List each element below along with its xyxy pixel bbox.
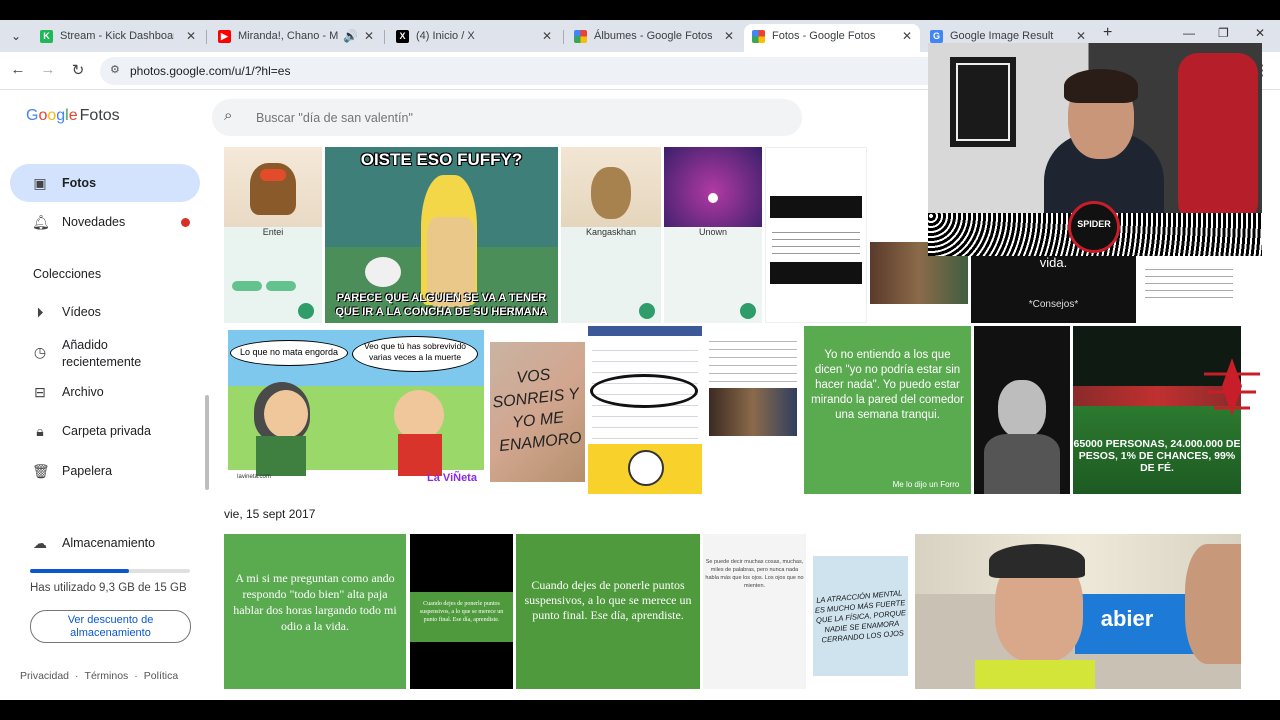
photo-quote-black[interactable]: Cuando dejes de ponerle puntos suspensiv… xyxy=(410,534,513,689)
tab-fotos-active[interactable]: Fotos - Google Fotos ✕ xyxy=(744,24,920,52)
photo-footballer[interactable] xyxy=(974,326,1070,494)
sidebar-item-papelera[interactable]: 🗑︎ Papelera xyxy=(10,452,200,490)
storage-progress-bar xyxy=(30,569,190,573)
back-icon[interactable]: ← xyxy=(8,61,28,78)
site-info-icon[interactable]: ⚙ xyxy=(110,63,120,76)
photo-icon: ▣ xyxy=(33,175,47,191)
photo-quote-todo-bien[interactable]: A mi si me preguntan como ando respondo … xyxy=(224,534,406,689)
close-tab-icon[interactable]: ✕ xyxy=(724,24,734,48)
youtube-icon: ▶ xyxy=(218,30,231,43)
search-icon: ⌕ xyxy=(224,107,233,124)
new-tab-icon[interactable]: + xyxy=(1103,24,1112,42)
restore-icon[interactable]: ❐ xyxy=(1218,26,1229,40)
sidebar-scrollbar[interactable] xyxy=(205,395,209,490)
close-tab-icon[interactable]: ✕ xyxy=(902,24,912,48)
sidebar-item-videos[interactable]: ⏵ Vídeos xyxy=(10,293,200,331)
close-tab-icon[interactable]: ✕ xyxy=(542,24,552,48)
bell-icon: 🔔︎ xyxy=(32,214,50,230)
tab-search-chevron-icon[interactable]: ⌄ xyxy=(6,26,26,46)
kick-icon: K xyxy=(40,30,53,43)
letterbox-top xyxy=(0,0,1280,20)
tab-albumes[interactable]: Álbumes - Google Fotos ✕ xyxy=(566,24,742,52)
photo-kangaskhan[interactable]: Kangaskhan xyxy=(561,147,661,323)
close-tab-icon[interactable]: ✕ xyxy=(186,24,196,48)
play-circle-icon: ⏵ xyxy=(36,304,44,320)
webcam-overlay: SPIDER xyxy=(928,43,1262,256)
sidebar-item-recent[interactable]: ◷ Añadido recientemente xyxy=(10,332,200,372)
archive-icon: ⊟ xyxy=(34,384,46,400)
photo-quote-puntos[interactable]: Cuando dejes de ponerle puntos suspensiv… xyxy=(516,534,700,689)
minimize-icon[interactable]: — xyxy=(1183,26,1195,40)
sidebar-item-fotos[interactable]: ▣ Fotos xyxy=(10,164,200,202)
x-icon: X xyxy=(396,30,409,43)
close-tab-icon[interactable]: ✕ xyxy=(364,24,374,48)
clock-icon: ◷ xyxy=(33,344,47,360)
photo-entei[interactable]: Entei xyxy=(224,147,322,323)
privacy-link[interactable]: Privacidad xyxy=(20,670,69,682)
photo-selfie[interactable]: abier xyxy=(915,534,1241,689)
audio-icon[interactable]: 🔊 xyxy=(343,24,358,48)
storage-progress-fill xyxy=(30,569,130,573)
search-input[interactable] xyxy=(256,108,776,128)
sidebar-item-novedades[interactable]: 🔔︎ Novedades xyxy=(10,203,200,241)
notification-dot xyxy=(181,218,190,227)
spider-decoration xyxy=(1204,352,1260,422)
policy-link[interactable]: Política xyxy=(144,670,178,682)
google-photos-logo[interactable]: Google Fotos xyxy=(26,107,120,125)
browser-window: ⌄ K Stream - Kick Dashboard ✕ ▶ Miranda!… xyxy=(0,0,1280,720)
photo-wall-writing[interactable]: VOS SONREIS Y YO ME ENAMORO xyxy=(490,326,585,494)
storage-usage-text: Has utilizado 9,3 GB de 15 GB xyxy=(30,582,187,594)
tab-kick[interactable]: K Stream - Kick Dashboard ✕ xyxy=(32,24,204,52)
lock-icon: 🔒︎ xyxy=(36,423,44,439)
photo-ojos-text[interactable]: Se puede decir muchas cosas, muchas, mil… xyxy=(703,534,806,689)
photo-handwriting[interactable]: LA ATRACCIÓN MENTAL ES MUCHO MÁS FUERTE … xyxy=(809,534,912,689)
reload-icon[interactable]: ↻ xyxy=(68,61,88,79)
tab-youtube[interactable]: ▶ Miranda!, Chano - Mer 🔊 ✕ xyxy=(210,24,382,52)
terms-link[interactable]: Términos xyxy=(85,670,129,682)
sidebar-item-carpeta-privada[interactable]: 🔒︎ Carpeta privada xyxy=(10,412,200,450)
photo-unown[interactable]: Unown xyxy=(664,147,762,323)
tab-x[interactable]: X (4) Inicio / X ✕ xyxy=(388,24,560,52)
photo-fb-comments[interactable] xyxy=(588,326,702,494)
collections-heading: Colecciones xyxy=(33,267,102,281)
photo-instagram-post[interactable] xyxy=(765,147,867,323)
footer-links: Privacidad · Términos · Política xyxy=(20,670,179,682)
trash-icon: 🗑︎ xyxy=(32,463,50,479)
storage-discount-button[interactable]: Ver descuento de almacenamiento xyxy=(30,610,191,643)
photo-simpsons-meme[interactable]: OISTE ESO FUFFY? PARECE QUE ALGUIEN SE V… xyxy=(325,147,558,323)
close-window-icon[interactable]: ✕ xyxy=(1255,26,1265,40)
sidebar-item-storage[interactable]: ☁ Almacenamiento xyxy=(10,524,200,562)
sidebar-item-archivo[interactable]: ⊟ Archivo xyxy=(10,373,200,411)
date-header: vie, 15 sept 2017 xyxy=(224,507,316,521)
google-photos-icon xyxy=(752,30,765,43)
letterbox-bottom xyxy=(0,700,1280,720)
photo-green-quote[interactable]: Yo no entiendo a los que dicen "yo no po… xyxy=(804,326,971,494)
forward-icon[interactable]: → xyxy=(38,61,58,78)
google-icon: G xyxy=(930,30,943,43)
cloud-icon: ☁ xyxy=(33,535,47,551)
photo-comic[interactable]: Lo que no mata engorda Veo que tú has so… xyxy=(224,326,488,494)
search-box[interactable]: ⌕ xyxy=(212,99,802,136)
google-photos-icon xyxy=(574,30,587,43)
photo-tweet-image[interactable] xyxy=(705,326,801,494)
